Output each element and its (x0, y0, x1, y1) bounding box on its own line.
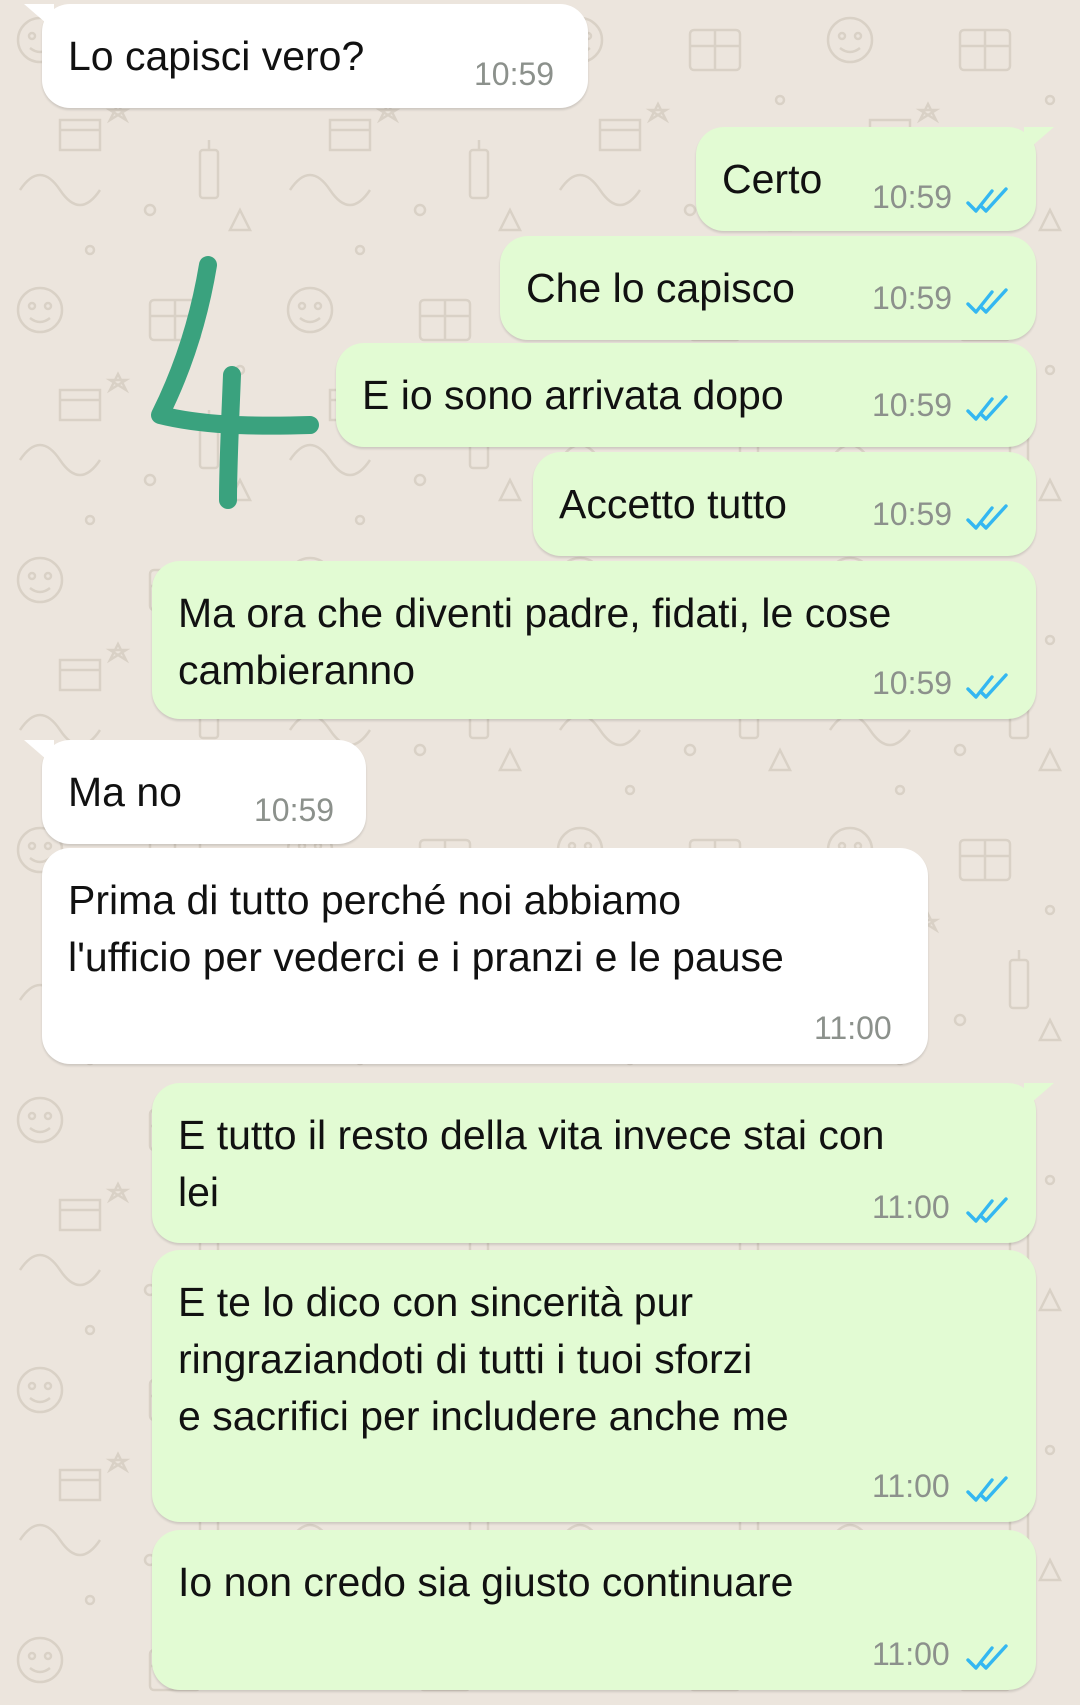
read-receipt-double-check-icon (966, 288, 1008, 314)
read-receipt-double-check-icon (966, 187, 1008, 213)
message-text: Certo (722, 151, 822, 208)
message-timestamp: 11:00 (872, 1189, 950, 1225)
message-line: E tutto il resto della vita invece stai … (178, 1112, 885, 1158)
message-timestamp: 10:59 (872, 665, 953, 701)
message-text: Io non credo sia giusto continuare (178, 1554, 793, 1611)
read-receipt-double-check-icon (966, 673, 1008, 699)
outgoing-message[interactable]: E io sono arrivata dopo 10:59 (336, 343, 1036, 447)
message-text: Prima di tutto perché noi abbiamo l'uffic… (68, 872, 784, 986)
outgoing-message[interactable]: E tutto il resto della vita invece stai … (152, 1083, 1054, 1243)
outgoing-message[interactable]: Certo 10:59 (696, 127, 1054, 231)
outgoing-message[interactable]: Ma ora che diventi padre, fidati, le cos… (152, 561, 1036, 719)
message-text: E tutto il resto della vita invece stai … (178, 1107, 884, 1221)
message-line: E te lo dico con sincerità pur (178, 1279, 694, 1325)
message-timestamp: 10:59 (872, 280, 953, 316)
message-timestamp: 10:59 (872, 387, 953, 423)
outgoing-message[interactable]: E te lo dico con sincerità pur ringrazian… (152, 1250, 1036, 1522)
outgoing-message[interactable]: Io non credo sia giusto continuare 11:00 (152, 1530, 1036, 1690)
message-text: Che lo capisco (526, 260, 795, 317)
bubble-tail-icon (1024, 127, 1054, 153)
incoming-message[interactable]: Ma no 10:59 (24, 740, 366, 844)
read-receipt-double-check-icon (966, 395, 1008, 421)
bubble-tail-icon (24, 740, 54, 766)
message-text: Lo capisci vero? (68, 28, 364, 85)
message-line: ringraziandoti di tutti i tuoi sforzi (178, 1336, 753, 1382)
message-text: E io sono arrivata dopo (362, 367, 784, 424)
message-timestamp: 10:59 (872, 179, 953, 215)
message-line: l'ufficio per vederci e i pranzi e le pa… (68, 934, 784, 980)
message-text: Accetto tutto (559, 476, 787, 533)
message-line: cambieranno (178, 647, 416, 693)
read-receipt-double-check-icon (966, 1644, 1008, 1670)
message-text: E te lo dico con sincerità pur ringrazian… (178, 1274, 789, 1445)
message-line: Prima di tutto perché noi abbiamo (68, 877, 682, 923)
bubble-tail-icon (24, 4, 54, 30)
message-line: Lo capisci vero? (68, 33, 365, 79)
message-line: Accetto tutto (559, 481, 787, 527)
message-text: Ma ora che diventi padre, fidati, le cos… (178, 585, 891, 699)
message-line: Ma ora che diventi padre, fidati, le cos… (178, 590, 892, 636)
read-receipt-double-check-icon (966, 1197, 1008, 1223)
incoming-message[interactable]: Lo capisci vero? 10:59 (24, 4, 588, 108)
incoming-message[interactable]: Prima di tutto perché noi abbiamo l'uffic… (42, 848, 928, 1064)
read-receipt-double-check-icon (966, 1476, 1008, 1502)
message-timestamp: 11:00 (872, 1468, 950, 1504)
message-line: E io sono arrivata dopo (362, 372, 784, 418)
read-receipt-double-check-icon (966, 504, 1008, 530)
message-line: Io non credo sia giusto continuare (178, 1559, 794, 1605)
message-text: Ma no (68, 764, 182, 821)
message-timestamp: 10:59 (474, 56, 555, 92)
message-timestamp: 11:00 (872, 1636, 950, 1672)
message-line: lei (178, 1169, 220, 1215)
message-line: Certo (722, 156, 823, 202)
message-timestamp: 11:00 (814, 1010, 892, 1046)
message-timestamp: 10:59 (872, 496, 953, 532)
bubble-tail-icon (1024, 1083, 1054, 1109)
handwritten-number-4-icon (151, 256, 319, 509)
message-line: e sacrifici per includere anche me (178, 1393, 789, 1439)
message-timestamp: 10:59 (254, 792, 335, 828)
message-line: Che lo capisco (526, 265, 795, 311)
outgoing-message[interactable]: Accetto tutto 10:59 (533, 452, 1036, 556)
message-line: Ma no (68, 769, 182, 815)
outgoing-message[interactable]: Che lo capisco 10:59 (500, 236, 1036, 340)
